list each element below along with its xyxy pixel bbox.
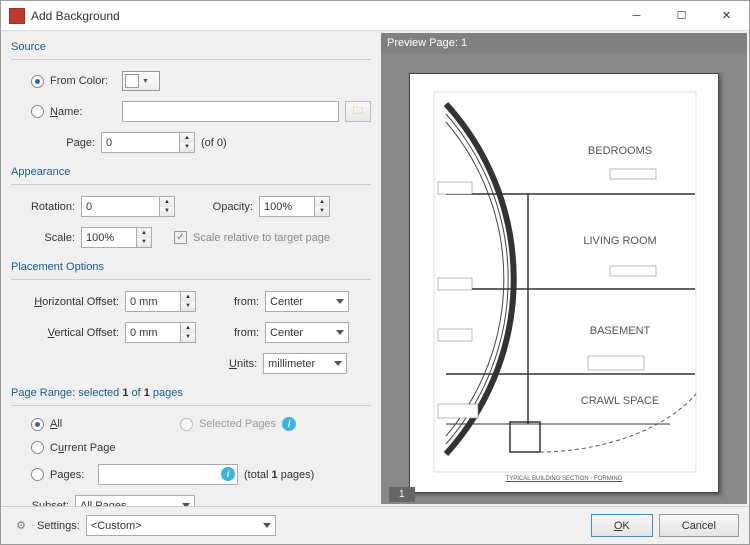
all-label: All	[50, 418, 150, 430]
svg-text:BASEMENT: BASEMENT	[590, 325, 651, 337]
hoffset-spinner[interactable]: ▲▼	[125, 291, 196, 312]
voffset-spinner[interactable]: ▲▼	[125, 322, 196, 343]
selected-pages-label: Selected Pages	[199, 418, 276, 430]
settings-select[interactable]: <Custom>	[86, 515, 276, 536]
browse-button[interactable]: 🗀	[345, 101, 371, 122]
drawing-svg: BEDROOMS LIVING ROOM BASEMENT CRAWL SPAC…	[410, 74, 719, 493]
cancel-button[interactable]: Cancel	[659, 514, 739, 537]
radio-all[interactable]	[31, 418, 44, 431]
subset-label: Subset:	[11, 500, 69, 507]
hoffset-from-select[interactable]: Center	[265, 291, 349, 312]
radio-current-page[interactable]	[31, 441, 44, 454]
scale-relative-checkbox[interactable]: ✓	[174, 231, 187, 244]
placement-heading: Placement Options	[11, 261, 371, 275]
radio-pages[interactable]	[31, 468, 44, 481]
window-title: Add Background	[31, 9, 614, 23]
rotation-label: Rotation:	[11, 201, 75, 213]
name-label: Name:	[50, 106, 116, 118]
name-input[interactable]	[122, 101, 339, 122]
source-heading: Source	[11, 41, 371, 55]
preview-heading: Preview Page: 1	[381, 33, 747, 53]
svg-text:CRAWL SPACE: CRAWL SPACE	[581, 395, 659, 407]
radio-name[interactable]	[31, 105, 44, 118]
from-label-v: from:	[234, 327, 259, 339]
voffset-from-select[interactable]: Center	[265, 322, 349, 343]
info-icon[interactable]: i	[282, 417, 296, 431]
page-of-label: (of 0)	[201, 137, 227, 149]
from-color-label: From Color:	[50, 75, 116, 87]
footer: ⚙ Settings: <Custom> OK Cancel	[1, 506, 749, 544]
settings-label: Settings:	[37, 520, 80, 532]
info-icon[interactable]: i	[221, 467, 235, 481]
preview-body: BEDROOMS LIVING ROOM BASEMENT CRAWL SPAC…	[381, 53, 747, 504]
preview-pane: Preview Page: 1	[381, 33, 747, 504]
spin-down-icon[interactable]: ▼	[180, 143, 194, 153]
content-area: Source From Color: ▼ Name: 🗀 Page: ▲▼ (o…	[1, 31, 749, 506]
color-swatch	[125, 74, 139, 88]
preview-page[interactable]: BEDROOMS LIVING ROOM BASEMENT CRAWL SPAC…	[409, 73, 719, 493]
units-label: Units:	[229, 358, 257, 370]
maximize-button[interactable]: ☐	[659, 1, 704, 30]
close-button[interactable]: ✕	[704, 1, 749, 30]
scale-spinner[interactable]: ▲▼	[81, 227, 152, 248]
app-icon	[9, 8, 25, 24]
minimize-button[interactable]: ─	[614, 1, 659, 30]
hoffset-label: Horizontal Offset:	[11, 296, 119, 308]
drawing-caption: TYPICAL BUILDING SECTION - FORMING	[410, 476, 718, 482]
gear-icon[interactable]: ⚙	[11, 516, 31, 536]
pages-total-label: (total 1 pages)	[244, 469, 314, 481]
ok-button[interactable]: OK	[591, 514, 653, 537]
page-spinner[interactable]: ▲▼	[101, 132, 195, 153]
svg-text:BEDROOMS: BEDROOMS	[588, 145, 652, 157]
appearance-heading: Appearance	[11, 166, 371, 180]
page-range-heading: Page Range: selected 1 of 1 pages	[11, 387, 371, 401]
pages-input[interactable]	[98, 464, 238, 485]
current-page-label: Current Page	[50, 442, 115, 454]
spin-up-icon[interactable]: ▲	[180, 133, 194, 143]
color-picker[interactable]: ▼	[122, 71, 160, 91]
from-label-h: from:	[234, 296, 259, 308]
radio-selected-pages	[180, 418, 193, 431]
titlebar: Add Background ─ ☐ ✕	[1, 1, 749, 31]
rotation-spinner[interactable]: ▲▼	[81, 196, 175, 217]
left-pane: Source From Color: ▼ Name: 🗀 Page: ▲▼ (o…	[1, 31, 381, 506]
subset-select[interactable]: All Pages	[75, 495, 195, 506]
svg-text:LIVING ROOM: LIVING ROOM	[583, 235, 656, 247]
radio-from-color[interactable]	[31, 75, 44, 88]
scale-relative-label: Scale relative to target page	[193, 232, 330, 244]
scale-label: Scale:	[11, 232, 75, 244]
units-select[interactable]: millimeter	[263, 353, 347, 374]
page-label: Page:	[11, 137, 95, 149]
pages-label: Pages:	[50, 469, 92, 481]
folder-icon: 🗀	[353, 102, 364, 121]
preview-page-number: 1	[389, 487, 415, 502]
opacity-spinner[interactable]: ▲▼	[259, 196, 330, 217]
voffset-label: Vertical Offset:	[11, 327, 119, 339]
opacity-label: Opacity:	[205, 201, 253, 213]
